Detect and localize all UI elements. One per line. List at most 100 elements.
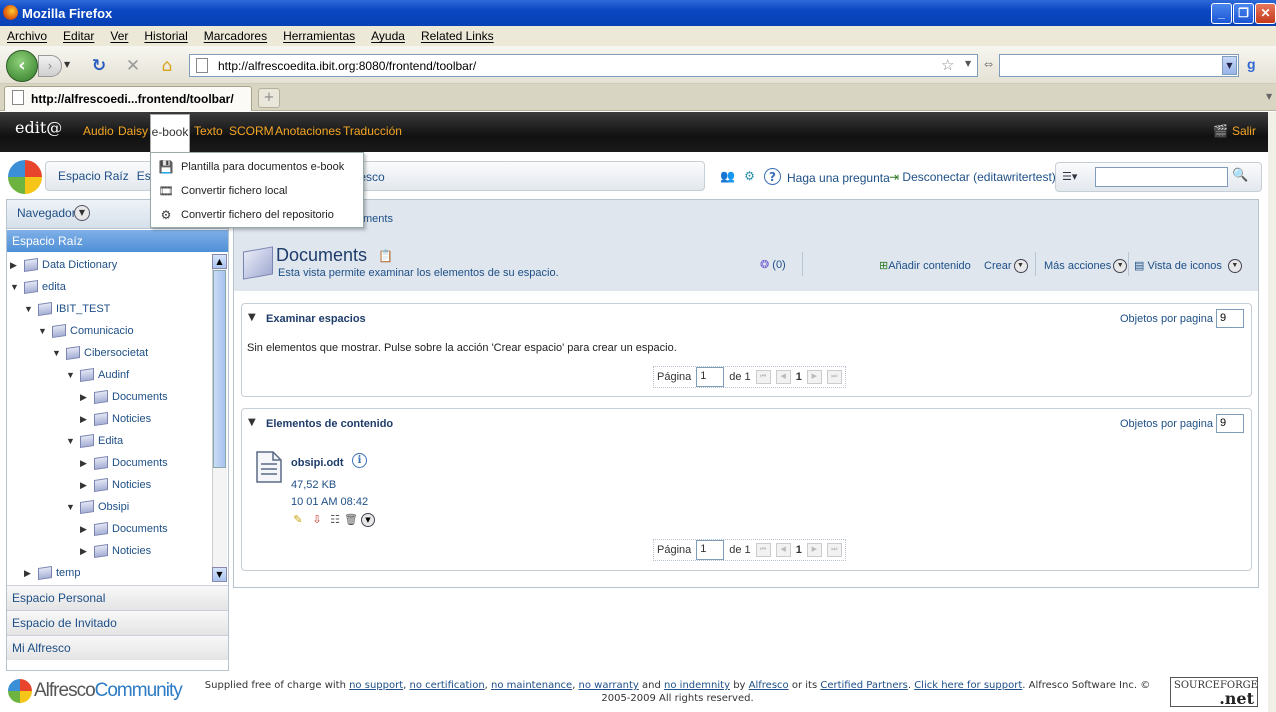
stop-icon[interactable]: ✕ — [122, 55, 144, 77]
tree-node[interactable]: ▶ Documents — [80, 522, 168, 536]
update-icon[interactable]: ⇩ — [310, 513, 324, 527]
add-content-link[interactable]: ⊞Añadir contenido — [879, 259, 971, 272]
menu-convertir-repositorio[interactable]: ⚙ Convertir fichero del repositorio — [151, 203, 363, 227]
rss-count[interactable]: ❂ (0) — [760, 258, 786, 271]
users-icon[interactable]: 👥 — [719, 168, 736, 185]
menu-related-links[interactable]: Related Links — [421, 29, 494, 43]
expand-arrow-icon[interactable]: ▶ — [80, 414, 94, 425]
link-no-maintenance[interactable]: no maintenance — [491, 680, 572, 691]
toolbar-audio[interactable]: Audio — [83, 124, 114, 138]
expand-arrow-icon[interactable]: ▶ — [80, 458, 94, 469]
tree-node[interactable]: ▼ Obsipi — [66, 500, 168, 514]
toolbar-traduccion[interactable]: Traducción — [343, 124, 402, 138]
edit-pencil-icon[interactable]: ✎ — [291, 513, 305, 527]
tree-node[interactable]: ▶ temp — [24, 566, 168, 580]
navigator-dropdown-icon[interactable]: ▼ — [74, 205, 90, 221]
link-no-warranty[interactable]: no warranty — [579, 680, 639, 691]
info-icon[interactable]: i — [352, 453, 367, 468]
clipboard-icon[interactable]: 📋 — [378, 249, 393, 263]
delete-icon[interactable]: 🗑 — [344, 513, 358, 527]
link-no-certification[interactable]: no certification — [409, 680, 484, 691]
address-bar[interactable]: http://alfrescoedita.ibit.org:8080/front… — [189, 54, 978, 77]
accordion-espacio-invitado[interactable]: Espacio de Invitado — [7, 610, 228, 635]
search-engine-dropdown-icon[interactable]: ▼ — [1222, 56, 1237, 75]
scroll-thumb[interactable] — [213, 270, 226, 468]
create-menu[interactable]: Crear ▼ — [984, 259, 1028, 273]
next-page-icon[interactable]: ▶ — [806, 370, 822, 384]
minimize-button[interactable]: _ — [1211, 3, 1232, 24]
expand-arrow-icon[interactable]: ▶ — [10, 260, 24, 271]
tree-node[interactable]: ▶ Noticies — [80, 478, 168, 492]
toolbar-daisy[interactable]: Daisy — [118, 124, 148, 138]
menu-ayuda[interactable]: Ayuda — [371, 29, 405, 43]
menu-ver[interactable]: Ver — [110, 29, 128, 43]
link-certified-partners[interactable]: Certified Partners — [820, 680, 907, 691]
tree-node[interactable]: ▶ Documents — [80, 456, 168, 470]
collapse-arrow-icon[interactable]: ▼ — [66, 502, 80, 512]
help-icon[interactable]: ? — [764, 168, 781, 185]
prev-page-icon[interactable]: ◀ — [775, 370, 791, 384]
per-page-input[interactable]: 9 — [1216, 309, 1244, 328]
tree-node[interactable]: ▶ Noticies — [80, 412, 168, 426]
tree-node[interactable]: ▼ edita — [10, 280, 168, 294]
toolbar-scorm[interactable]: SCORM — [229, 124, 274, 138]
expand-arrow-icon[interactable]: ▶ — [80, 546, 94, 557]
toolbar-anotaciones[interactable]: Anotaciones — [275, 124, 341, 138]
tree-node[interactable]: ▼ Comunicacio — [38, 324, 168, 338]
menu-convertir-local[interactable]: 🎞 Convertir fichero local — [151, 179, 363, 203]
collapse-arrow-icon[interactable]: ▼ — [10, 282, 24, 292]
forward-button[interactable]: › — [38, 55, 62, 77]
toolbar-texto[interactable]: Texto — [194, 124, 223, 138]
tab-list-icon[interactable]: ▼ — [1266, 92, 1272, 101]
tree-node[interactable]: ▼ Cibersocietat — [52, 346, 168, 360]
expand-arrow-icon[interactable]: ▶ — [80, 480, 94, 491]
alfresco-community-logo[interactable]: AlfrescoCommunity — [34, 680, 183, 702]
salir-button[interactable]: 🎬 Salir — [1213, 124, 1256, 138]
link-alfresco[interactable]: Alfresco — [749, 680, 789, 691]
page-scrollbar[interactable] — [1268, 112, 1276, 712]
url-dropdown-icon[interactable]: ▼ — [965, 59, 971, 68]
logout-link[interactable]: ⇥ Desconectar (editawritertest) — [889, 170, 1056, 184]
main-breadcrumb[interactable]: ments — [363, 213, 393, 225]
tree-node[interactable]: ▼ IBIT_TEST — [24, 302, 168, 316]
bookmark-star-icon[interactable]: ☆ — [941, 56, 954, 74]
link-no-indemnity[interactable]: no indemnity — [664, 680, 730, 691]
tree-node[interactable]: ▼ Audinf — [66, 368, 168, 382]
more-actions-menu[interactable]: Más acciones ▼ — [1044, 259, 1128, 273]
tree-node[interactable]: ▼ Edita — [66, 434, 168, 448]
search-input[interactable] — [999, 54, 1239, 77]
expand-arrow-icon[interactable]: ▶ — [24, 568, 38, 579]
link-no-support[interactable]: no support — [349, 680, 403, 691]
last-page-icon[interactable]: ⏭ — [826, 543, 842, 557]
tree-node[interactable]: ▶ Noticies — [80, 544, 168, 558]
page-input[interactable]: 1 — [696, 540, 725, 560]
expand-arrow-icon[interactable]: ▶ — [80, 392, 94, 403]
collapse-triangle-icon[interactable]: ▼ — [248, 312, 256, 323]
per-page-input[interactable]: 9 — [1216, 414, 1244, 433]
admin-console-icon[interactable]: ⚙ — [741, 168, 758, 185]
menu-historial[interactable]: Historial — [144, 29, 187, 43]
menu-herramientas[interactable]: Herramientas — [283, 29, 355, 43]
quick-search-input[interactable] — [1095, 167, 1228, 187]
collapse-arrow-icon[interactable]: ▼ — [38, 326, 52, 336]
file-name-link[interactable]: obsipi.odt — [291, 457, 344, 469]
last-page-icon[interactable]: ⏭ — [826, 370, 842, 384]
details-icon[interactable]: ☷ — [328, 513, 342, 527]
collapse-arrow-icon[interactable]: ▼ — [66, 436, 80, 446]
sourceforge-logo[interactable]: SOURCEFORGE .net — [1170, 677, 1258, 707]
tree-node[interactable]: ▶ Documents — [80, 390, 168, 404]
google-icon[interactable]: g — [1247, 56, 1265, 74]
scroll-up-icon[interactable]: ▲ — [212, 254, 227, 269]
breadcrumb-root[interactable]: Espacio Raíz — [58, 169, 129, 183]
close-window-button[interactable]: ✕ — [1255, 3, 1276, 24]
history-dropdown-icon[interactable]: ▼ — [64, 58, 76, 72]
next-page-icon[interactable]: ▶ — [806, 543, 822, 557]
maximize-button[interactable]: ❐ — [1233, 3, 1254, 24]
menu-archivo[interactable]: Archivo — [7, 29, 47, 43]
scroll-down-icon[interactable]: ▼ — [212, 567, 227, 582]
page-input[interactable]: 1 — [696, 367, 725, 387]
collapse-triangle-icon[interactable]: ▼ — [248, 417, 256, 428]
accordion-espacio-personal[interactable]: Espacio Personal — [7, 585, 228, 610]
search-icon[interactable]: 🔍 — [1232, 168, 1248, 183]
reload-icon[interactable]: ↻ — [88, 55, 110, 77]
